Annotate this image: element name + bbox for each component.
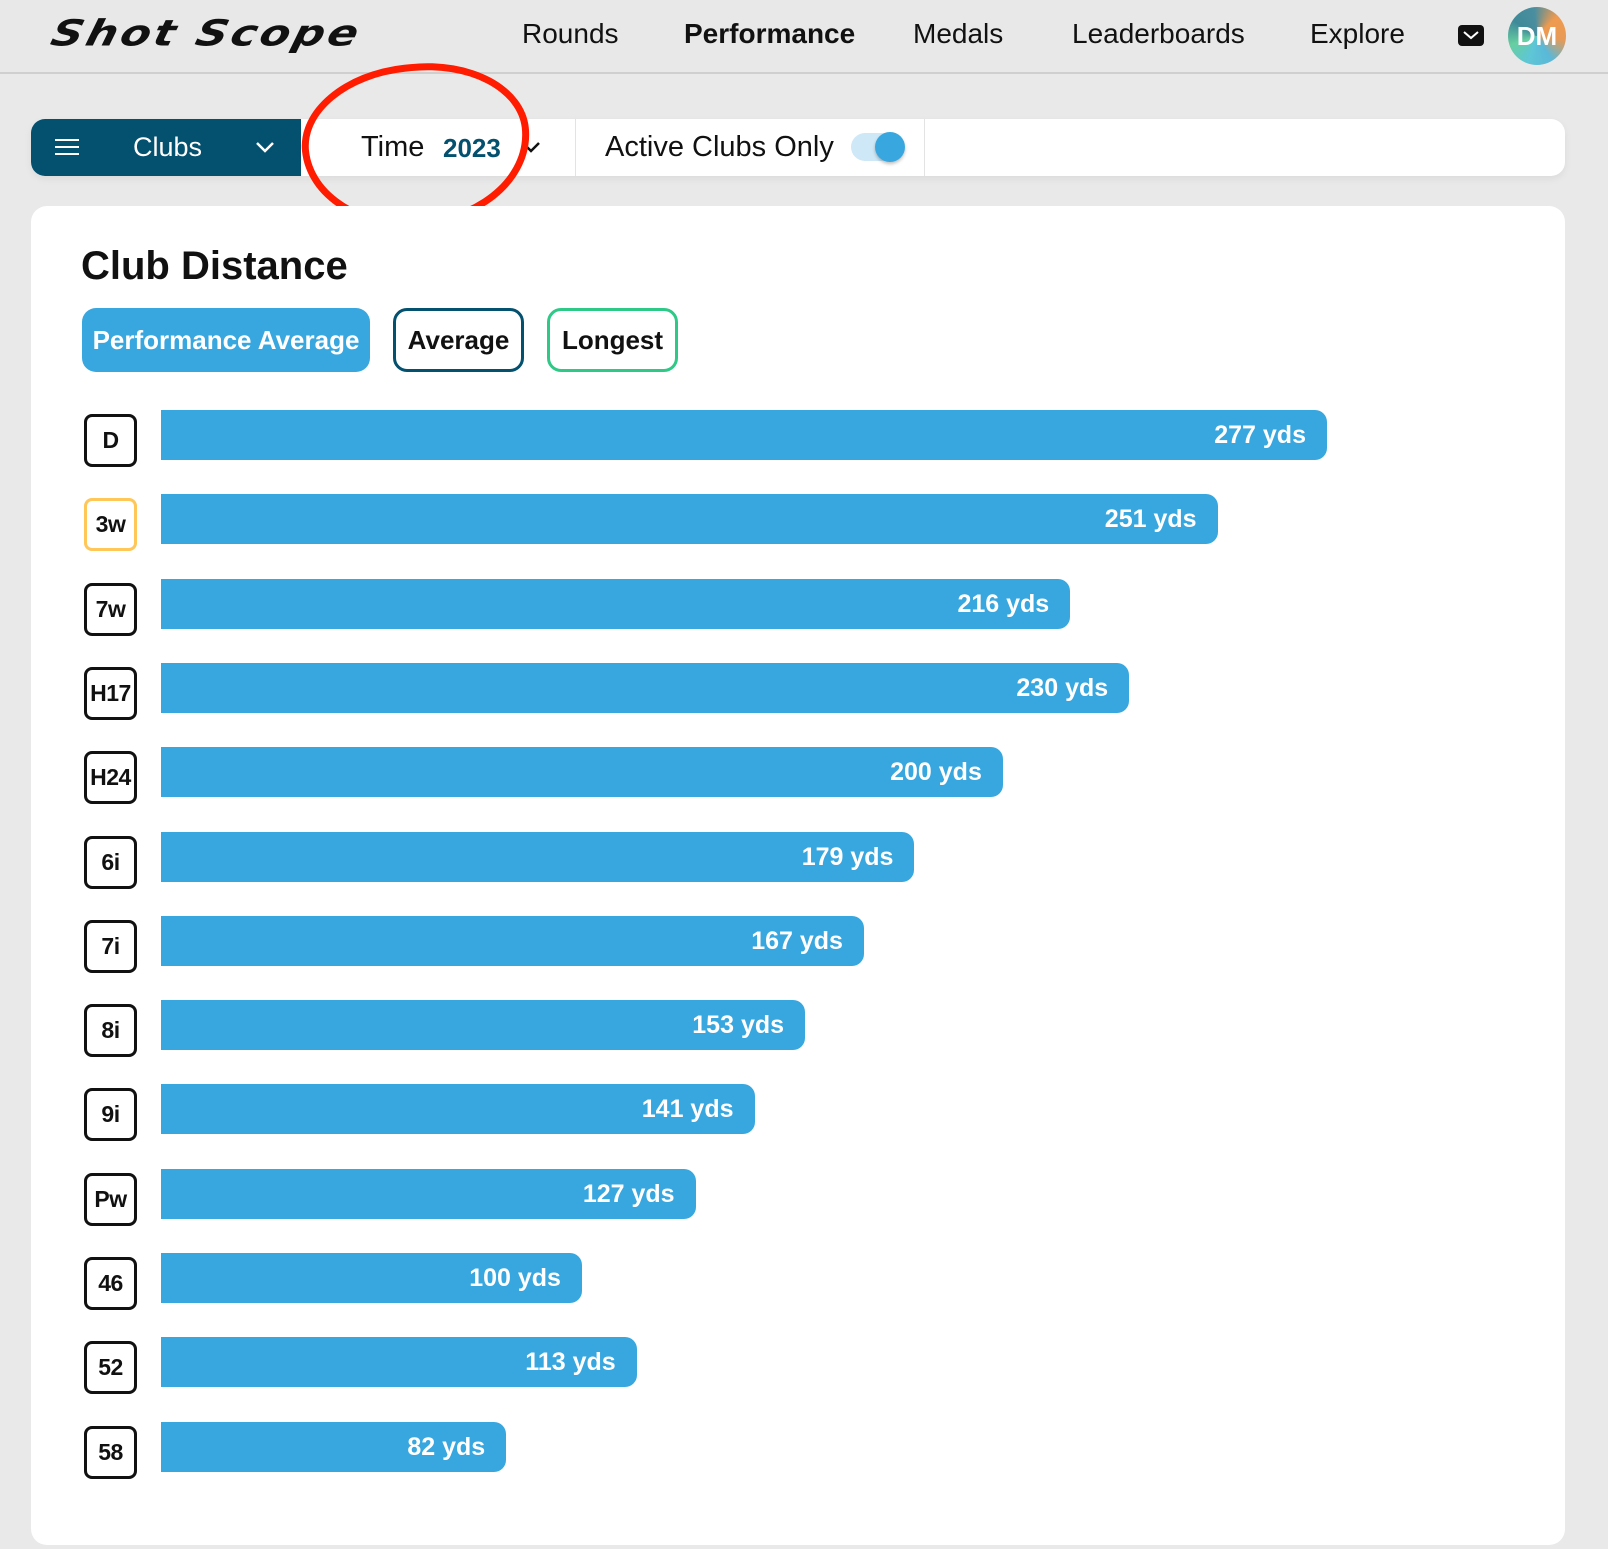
distance-bar[interactable]: 277 yds bbox=[161, 410, 1327, 460]
performance-average-button[interactable]: Performance Average bbox=[82, 308, 370, 372]
club-row: D 277 yds bbox=[31, 410, 1565, 467]
club-row: 52 113 yds bbox=[31, 1337, 1565, 1395]
distance-bar[interactable]: 167 yds bbox=[161, 915, 864, 966]
distance-bar[interactable]: 141 yds bbox=[161, 1084, 755, 1135]
club-badge: 9i bbox=[84, 1088, 137, 1142]
club-badge: 8i bbox=[84, 1004, 137, 1058]
club-row: 58 82 yds bbox=[31, 1421, 1565, 1479]
active-clubs-label: Active Clubs Only bbox=[605, 131, 834, 163]
active-clubs-toggle[interactable] bbox=[851, 132, 905, 162]
club-badge: 7i bbox=[84, 919, 137, 973]
distance-label: 216 yds bbox=[957, 589, 1050, 618]
club-row: H17 230 yds bbox=[31, 662, 1565, 720]
club-row: 6i 179 yds bbox=[31, 831, 1565, 889]
club-row: 46 100 yds bbox=[31, 1253, 1565, 1310]
active-clubs-filter: Active Clubs Only bbox=[576, 119, 925, 176]
toggle-knob bbox=[875, 132, 905, 162]
distance-label: 113 yds bbox=[525, 1348, 616, 1377]
club-badge: 52 bbox=[84, 1341, 137, 1395]
club-badge: Pw bbox=[84, 1172, 137, 1226]
club-row: 3w 251 yds bbox=[31, 494, 1565, 552]
nav-performance[interactable]: Performance bbox=[684, 18, 855, 50]
time-dropdown[interactable]: Time 2023 bbox=[301, 119, 576, 176]
distance-bar[interactable]: 127 yds bbox=[161, 1168, 696, 1219]
distance-label: 167 yds bbox=[751, 926, 843, 955]
distance-bar[interactable]: 200 yds bbox=[161, 747, 1003, 798]
club-row: 8i 153 yds bbox=[31, 1000, 1565, 1058]
club-distance-card: Club Distance Performance Average Averag… bbox=[31, 206, 1565, 1545]
chevron-down-icon bbox=[522, 142, 540, 153]
distance-bar[interactable]: 100 yds bbox=[161, 1253, 582, 1303]
distance-bar[interactable]: 113 yds bbox=[161, 1337, 637, 1388]
club-badge: 7w bbox=[84, 582, 137, 636]
chevron-down-icon bbox=[256, 142, 274, 153]
club-row: H24 200 yds bbox=[31, 747, 1565, 805]
club-row: 7w 216 yds bbox=[31, 578, 1565, 636]
distance-bar[interactable]: 251 yds bbox=[161, 494, 1218, 545]
club-badge: 3w bbox=[84, 498, 137, 552]
shot-scope-logo[interactable]: Shot Scope bbox=[47, 13, 366, 55]
nav-leaderboards[interactable]: Leaderboards bbox=[1072, 18, 1245, 50]
nav-rounds[interactable]: Rounds bbox=[522, 18, 619, 50]
club-row: Pw 127 yds bbox=[31, 1168, 1565, 1226]
section-dropdown-label: Clubs bbox=[133, 132, 203, 162]
distance-label: 251 yds bbox=[1104, 505, 1197, 534]
distance-bar[interactable]: 230 yds bbox=[161, 662, 1130, 713]
distance-label: 141 yds bbox=[641, 1095, 734, 1124]
club-badge: H24 bbox=[84, 751, 137, 805]
time-value: 2023 bbox=[443, 133, 501, 163]
card-title: Club Distance bbox=[81, 244, 348, 288]
club-badge: 58 bbox=[84, 1425, 137, 1479]
envelope-icon[interactable] bbox=[1458, 25, 1484, 46]
distance-bar[interactable]: 179 yds bbox=[161, 831, 915, 882]
club-badge: D bbox=[84, 414, 137, 467]
distance-label: 82 yds bbox=[407, 1432, 486, 1461]
club-badge: 46 bbox=[84, 1257, 137, 1310]
distance-bar[interactable]: 82 yds bbox=[161, 1421, 507, 1472]
distance-label: 277 yds bbox=[1214, 421, 1306, 449]
section-dropdown[interactable]: Clubs bbox=[31, 119, 301, 176]
distance-bar[interactable]: 216 yds bbox=[161, 578, 1071, 629]
distance-label: 230 yds bbox=[1016, 673, 1109, 702]
club-row: 7i 167 yds bbox=[31, 915, 1565, 973]
distance-label: 127 yds bbox=[582, 1179, 675, 1208]
longest-button[interactable]: Longest bbox=[547, 308, 678, 372]
club-badge: 6i bbox=[84, 835, 137, 889]
distance-label: 179 yds bbox=[801, 842, 894, 871]
time-label: Time bbox=[361, 131, 425, 163]
club-badge: H17 bbox=[84, 666, 137, 720]
distance-label: 153 yds bbox=[692, 1011, 785, 1040]
hamburger-menu-icon bbox=[55, 139, 79, 156]
nav-medals[interactable]: Medals bbox=[913, 18, 1003, 50]
distance-label: 100 yds bbox=[469, 1264, 561, 1292]
nav-explore[interactable]: Explore bbox=[1310, 18, 1405, 50]
user-avatar[interactable]: DM bbox=[1508, 7, 1566, 65]
filter-bar: Clubs Time 2023 Active Clubs Only bbox=[31, 119, 1565, 176]
top-nav: Shot Scope Rounds Performance Medals Lea… bbox=[0, 0, 1608, 74]
club-row: 9i 141 yds bbox=[31, 1084, 1565, 1142]
distance-label: 200 yds bbox=[890, 758, 982, 787]
distance-bar[interactable]: 153 yds bbox=[161, 1000, 806, 1051]
average-button[interactable]: Average bbox=[393, 308, 524, 372]
